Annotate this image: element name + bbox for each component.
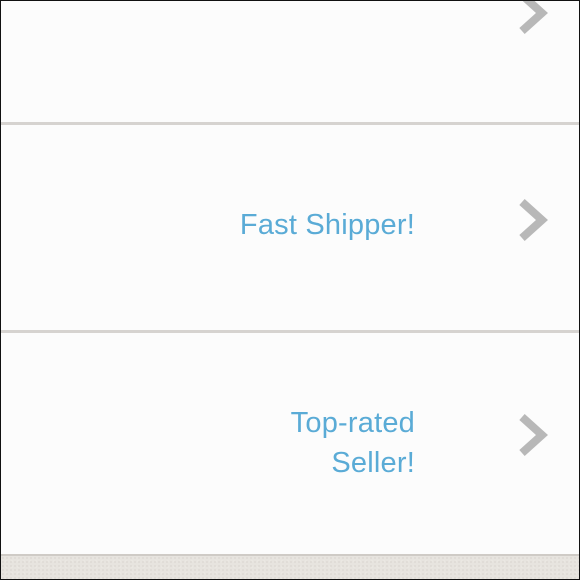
textured-footer	[1, 556, 579, 579]
seller-badges-list: Fast Shipper! Top-rated Seller!	[0, 0, 580, 580]
badge-label: Fast Shipper!	[240, 205, 415, 245]
list-item-top-rated-seller[interactable]: Top-rated Seller!	[1, 333, 579, 554]
badge-label-line: Top-rated	[290, 407, 415, 439]
list-item-fast-shipper[interactable]: Fast Shipper!	[1, 125, 579, 330]
chevron-right-icon	[515, 196, 549, 244]
badge-label: Top-rated Seller!	[291, 403, 415, 483]
list-item[interactable]	[1, 1, 579, 122]
badge-label-line: Seller!	[331, 447, 415, 479]
badge-label-line: Fast Shipper!	[239, 209, 415, 241]
chevron-right-icon	[515, 1, 549, 37]
chevron-right-icon	[515, 411, 549, 459]
